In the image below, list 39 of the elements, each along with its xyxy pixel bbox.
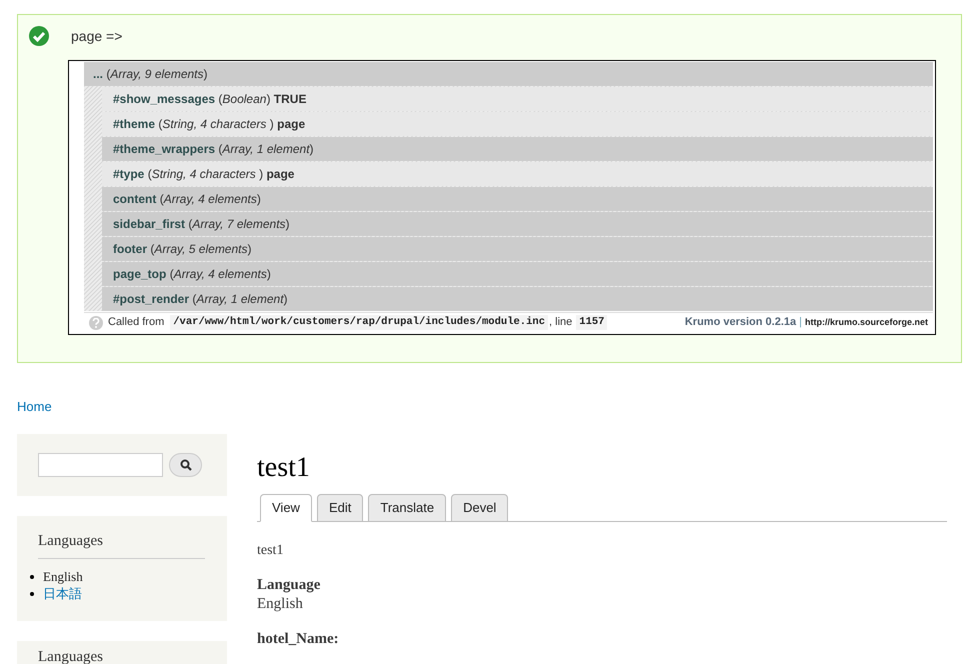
line-number: 1157 (576, 314, 608, 330)
file-path: /var/www/html/work/customers/rap/drupal/includes/module.inc (170, 314, 548, 330)
block-title: Languages (38, 648, 104, 664)
version-text: Krumo version 0.2.1a (684, 315, 796, 330)
line-label: , line (549, 315, 572, 330)
field-value: English (257, 594, 304, 614)
dump-row[interactable]: sidebar_first (Array, 7 elements) (102, 212, 933, 236)
tab[interactable]: Translate (368, 494, 446, 522)
dump-row: #show_messages (Boolean) TRUE (102, 87, 933, 111)
language-link[interactable]: English (43, 568, 83, 585)
search-button[interactable] (169, 452, 202, 476)
help-icon (89, 316, 103, 330)
dump-row[interactable]: content (Array, 4 elements) (102, 187, 933, 211)
search-field[interactable] (38, 452, 163, 476)
page-title: test1 (257, 450, 311, 484)
dump-row[interactable]: ... (Array, 9 elements) (84, 62, 933, 86)
krumo-link[interactable]: http://krumo.sourceforge.net (804, 316, 928, 330)
breadcrumb-link[interactable]: Home (17, 397, 979, 416)
message-label: page => (71, 26, 122, 46)
dump-row[interactable]: footer (Array, 5 elements) (102, 237, 933, 261)
language-link[interactable]: 日本語 (43, 585, 82, 602)
separator: | (799, 315, 802, 330)
tab[interactable]: View (260, 494, 312, 522)
search-icon (180, 458, 192, 470)
bullet-icon (30, 574, 34, 578)
tab[interactable]: Devel (451, 494, 508, 522)
block-title: Languages (38, 530, 205, 559)
check-icon (28, 25, 50, 47)
field-label: hotel_Name: (257, 630, 340, 648)
field-label: Language (257, 576, 322, 594)
bullet-icon (30, 592, 34, 596)
dump-row[interactable]: #theme_wrappers (Array, 1 element) (102, 137, 933, 161)
dump-row[interactable]: #post_render (Array, 1 element) (102, 287, 933, 311)
dump-row: #theme (String, 4 characters ) page (102, 112, 933, 136)
body-text: test1 (257, 542, 284, 560)
tab[interactable]: Edit (316, 494, 364, 522)
dump-row: #type (String, 4 characters ) page (102, 162, 933, 186)
dump-row[interactable]: page_top (Array, 4 elements) (102, 262, 933, 286)
called-from-text: Called from (108, 315, 164, 330)
